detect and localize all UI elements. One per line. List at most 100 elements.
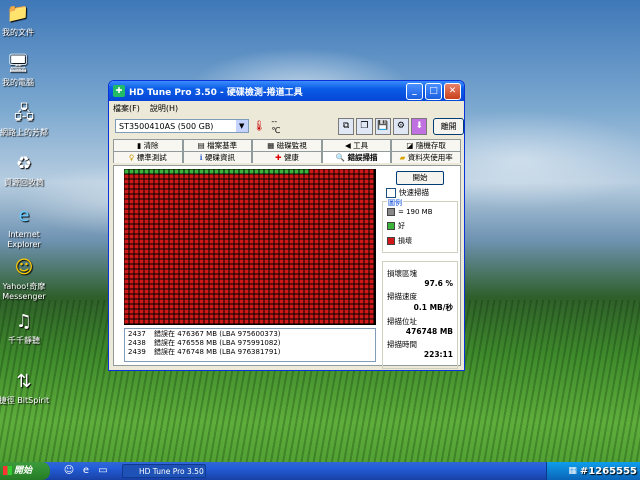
scan-block — [179, 204, 184, 209]
options-icon[interactable]: ⚙ — [392, 117, 410, 135]
scan-block — [149, 244, 154, 249]
scan-block — [299, 254, 304, 259]
scan-block — [334, 189, 339, 194]
scan-block — [164, 269, 169, 274]
desktop-icon-music-player[interactable]: ♫ 千千靜聽 — [0, 310, 54, 346]
scan-block — [264, 284, 269, 289]
scan-block — [129, 264, 134, 269]
scan-block — [244, 204, 249, 209]
taskbar-item-hdtune[interactable]: HD Tune Pro 3.50 - ... — [122, 464, 206, 478]
menu-file[interactable]: 檔案(F) — [113, 103, 140, 114]
scan-block — [334, 294, 339, 299]
scan-block — [329, 284, 334, 289]
internet-explorer-quicklaunch-icon[interactable]: e — [79, 464, 93, 478]
show-desktop-icon[interactable]: ▭ — [96, 464, 110, 478]
scan-block — [274, 269, 279, 274]
scan-block — [354, 184, 359, 189]
close-button[interactable]: ✕ — [444, 82, 461, 100]
tab-erase[interactable]: ▮ 清除 — [113, 139, 183, 151]
scan-block — [269, 249, 274, 254]
scan-block — [249, 214, 254, 219]
scan-block — [309, 304, 314, 309]
desktop-icon-yahoo-messenger[interactable]: ☺ Yahoo!奇摩 Messenger — [0, 256, 54, 302]
scan-block — [244, 274, 249, 279]
messenger-icon[interactable]: ☺ — [62, 464, 76, 478]
drive-select[interactable]: ST3500410AS (500 GB) ▼ — [115, 119, 249, 133]
download-icon[interactable]: ⬇ — [411, 117, 428, 135]
scan-block — [319, 199, 324, 204]
scan-block — [134, 259, 139, 264]
tab-info[interactable]: ℹ 硬碟資訊 — [182, 151, 253, 163]
scan-block — [229, 254, 234, 259]
scan-block — [309, 264, 314, 269]
scan-block — [194, 189, 199, 194]
scan-block — [214, 184, 219, 189]
tab-benchmark[interactable]: ♀ 標準測試 — [113, 151, 183, 163]
desktop-icon-network[interactable]: 🖧 網路上的芳鄰 — [0, 102, 54, 138]
scan-block — [184, 309, 189, 314]
start-menu-button[interactable]: 開始 — [0, 462, 50, 480]
desktop-icon-internet-explorer[interactable]: e Internet Explorer — [0, 204, 54, 250]
error-log-list[interactable]: 2437 錯誤在 476367 MB (LBA 975600373) 2438 錯誤… — [124, 328, 376, 362]
scan-block — [349, 319, 354, 324]
scan-block — [334, 299, 339, 304]
scan-block — [194, 274, 199, 279]
scan-block — [349, 299, 354, 304]
legend-swatch — [387, 237, 395, 245]
tab-tools[interactable]: ◀ 工具 — [321, 139, 392, 151]
scan-block — [234, 194, 239, 199]
tab-health[interactable]: ✚ 健康 — [252, 151, 322, 163]
tab-row-1: ▮ 清除 ▤ 檔案基準 ▦ 磁碟監視 ◀ 工具 ◪ 隨機存取 — [113, 139, 461, 151]
scan-block — [349, 314, 354, 319]
scan-block — [304, 209, 309, 214]
tray-icon[interactable]: ▦ — [568, 466, 577, 476]
scan-block — [144, 259, 149, 264]
scan-block — [244, 254, 249, 259]
scan-block — [339, 204, 344, 209]
scan-block — [129, 214, 134, 219]
scan-block — [274, 284, 279, 289]
thermometer-icon: 🌡 — [252, 120, 266, 132]
start-button[interactable]: 開始 — [396, 171, 444, 185]
maximize-button[interactable]: □ — [425, 82, 442, 100]
minimize-button[interactable]: _ — [406, 82, 423, 100]
tab-disk-monitor[interactable]: ▦ 磁碟監視 — [252, 139, 322, 151]
desktop-icon-my-documents[interactable]: 📁 我的文件 — [0, 2, 48, 38]
scan-block — [264, 234, 269, 239]
menu-help[interactable]: 說明(H) — [150, 103, 178, 114]
window-titlebar[interactable]: ✚ HD Tune Pro 3.50 - 硬碟檢測-捲道工具 _ □ ✕ — [109, 81, 464, 101]
copy-text-icon[interactable]: ⧉ — [337, 117, 355, 135]
scan-block — [124, 229, 129, 234]
scan-block — [124, 289, 129, 294]
scan-block — [244, 284, 249, 289]
scan-block — [264, 314, 269, 319]
scan-block — [139, 219, 144, 224]
desktop-icon-bitspirit[interactable]: ⇅ 捷徑 BitSpirit — [0, 370, 54, 406]
scan-block — [154, 249, 159, 254]
scan-block — [164, 189, 169, 194]
exit-button[interactable]: 離開 — [433, 117, 464, 135]
scan-block — [144, 224, 149, 229]
desktop-icon-recycle-bin[interactable]: ♻ 資源回收筒 — [0, 152, 54, 188]
save-icon[interactable]: 💾 — [374, 117, 391, 135]
scan-block — [129, 319, 134, 324]
tab-file-benchmark[interactable]: ▤ 檔案基準 — [182, 139, 253, 151]
scan-block — [254, 289, 259, 294]
scan-block — [164, 184, 169, 189]
scan-block — [159, 204, 164, 209]
scan-block — [179, 264, 184, 269]
copy-screenshot-icon[interactable]: ❐ — [356, 117, 373, 135]
quick-scan-checkbox[interactable]: 快速掃描 — [386, 187, 458, 198]
scan-block — [354, 174, 359, 179]
tab-folder-usage[interactable]: ▰ 資料夾使用率 — [391, 151, 461, 163]
scan-block — [339, 259, 344, 264]
tab-random-access[interactable]: ◪ 隨機存取 — [391, 139, 461, 151]
tab-error-scan[interactable]: 🔍 錯誤掃描 — [321, 151, 392, 163]
scan-block — [329, 214, 334, 219]
scan-block — [319, 249, 324, 254]
desktop-icon-my-computer[interactable]: 🖥 我的電腦 — [0, 52, 48, 88]
scan-block — [244, 299, 249, 304]
scan-block — [214, 174, 219, 179]
scan-block — [204, 294, 209, 299]
scan-block — [354, 194, 359, 199]
